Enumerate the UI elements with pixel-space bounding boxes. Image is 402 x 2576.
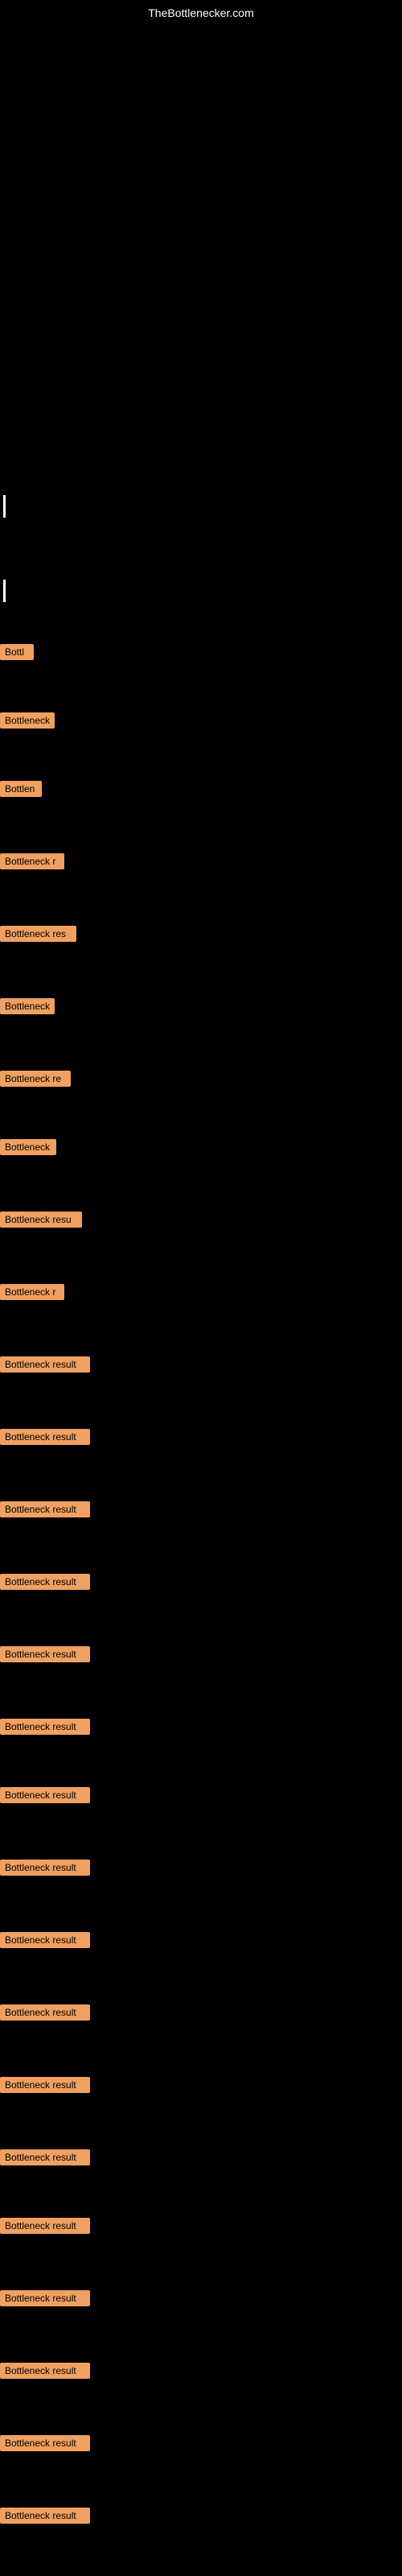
bottleneck-result-item[interactable]: Bottleneck result: [0, 2290, 90, 2306]
bottleneck-result-item[interactable]: Bottleneck: [0, 998, 55, 1014]
bottleneck-result-item[interactable]: Bottleneck result: [0, 2149, 90, 2165]
bottleneck-result-item[interactable]: Bottleneck result: [0, 1429, 90, 1445]
bottleneck-result-item[interactable]: Bottlen: [0, 781, 42, 797]
bottleneck-result-item[interactable]: Bottleneck result: [0, 1501, 90, 1517]
bottleneck-result-item[interactable]: Bottleneck result: [0, 2363, 90, 2379]
bottleneck-result-item[interactable]: Bottleneck r: [0, 853, 64, 869]
cursor-line-1: [3, 495, 6, 518]
bottleneck-result-item[interactable]: Bottleneck result: [0, 1860, 90, 1876]
bottleneck-result-item[interactable]: Bottl: [0, 644, 34, 660]
bottleneck-result-item[interactable]: Bottleneck result: [0, 2508, 90, 2524]
bottleneck-result-item[interactable]: Bottleneck r: [0, 1284, 64, 1300]
bottleneck-result-item[interactable]: Bottleneck result: [0, 2077, 90, 2093]
cursor-line-2: [3, 580, 6, 602]
bottleneck-result-item[interactable]: Bottleneck re: [0, 1071, 71, 1087]
bottleneck-result-item[interactable]: Bottleneck result: [0, 1787, 90, 1803]
bottleneck-result-item[interactable]: Bottleneck: [0, 712, 55, 729]
bottleneck-result-item[interactable]: Bottleneck result: [0, 1646, 90, 1662]
bottleneck-result-item[interactable]: Bottleneck result: [0, 1356, 90, 1373]
site-title: TheBottlenecker.com: [148, 6, 254, 19]
bottleneck-result-item[interactable]: Bottleneck result: [0, 2004, 90, 2021]
bottleneck-result-item[interactable]: Bottleneck result: [0, 1574, 90, 1590]
bottleneck-result-item[interactable]: Bottleneck res: [0, 926, 76, 942]
bottleneck-result-item[interactable]: Bottleneck result: [0, 2218, 90, 2234]
bottleneck-result-item[interactable]: Bottleneck: [0, 1139, 56, 1155]
bottleneck-result-item[interactable]: Bottleneck result: [0, 2435, 90, 2451]
bottleneck-result-item[interactable]: Bottleneck result: [0, 1932, 90, 1948]
bottleneck-result-item[interactable]: Bottleneck resu: [0, 1212, 82, 1228]
bottleneck-result-item[interactable]: Bottleneck result: [0, 1719, 90, 1735]
